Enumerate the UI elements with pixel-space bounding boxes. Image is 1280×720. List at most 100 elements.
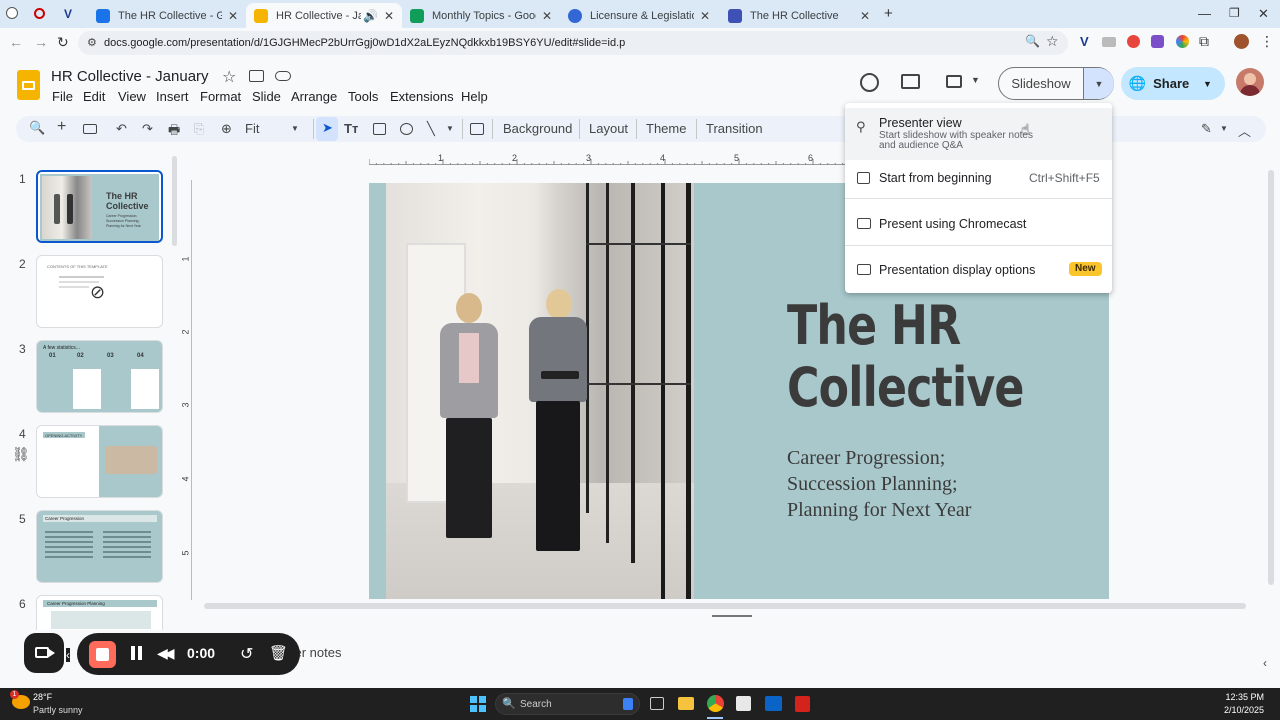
print-icon[interactable]: 🖶 <box>168 121 180 143</box>
share-button[interactable]: 🌐 Share <box>1121 67 1197 100</box>
star-icon[interactable]: ☆ <box>222 67 236 87</box>
move-folder-icon[interactable] <box>249 70 264 82</box>
undo-icon[interactable]: ↶ <box>116 121 127 137</box>
slideshow-dropdown-button[interactable]: ▼ <box>1083 68 1114 99</box>
collapse-toolbar-icon[interactable]: ︿ <box>1238 121 1251 140</box>
bookmark-star-icon[interactable]: ☆ <box>1046 33 1059 50</box>
menu-file[interactable]: File <box>52 89 73 104</box>
recorder-collapse-icon[interactable]: ‹ <box>66 648 70 662</box>
back-icon[interactable]: ← <box>9 34 23 50</box>
outlook-icon[interactable] <box>765 696 782 711</box>
slide-subtitle[interactable]: Career Progression; Succession Planning;… <box>787 445 1107 523</box>
theme-button[interactable]: Theme <box>646 121 686 136</box>
speaker-icon[interactable]: 🔊 <box>363 9 378 23</box>
extension-purple-icon[interactable] <box>1151 35 1164 48</box>
menu-slide[interactable]: Slide <box>252 89 281 104</box>
new-tab-icon[interactable]: + <box>884 5 893 22</box>
browser-menu-icon[interactable]: ⋮ <box>1260 33 1274 50</box>
menu-extensions[interactable]: Extensions <box>390 89 454 104</box>
slide-thumbnail-1[interactable]: The HR Collective Career Progression; Su… <box>36 170 163 243</box>
slide-thumbnail-5[interactable]: Career Progression <box>36 510 163 583</box>
restore-icon[interactable]: ❐ <box>1229 6 1240 20</box>
extensions-puzzle-icon[interactable]: ⧉ <box>1199 33 1209 50</box>
extension-red-icon[interactable] <box>1127 35 1140 48</box>
share-dropdown-icon[interactable]: ▼ <box>1203 79 1212 89</box>
speaker-notes-area[interactable]: ker notes <box>196 638 1270 668</box>
slides-logo-icon[interactable] <box>17 70 40 100</box>
layout-button[interactable]: Layout <box>589 121 628 136</box>
menu-view[interactable]: View <box>118 89 146 104</box>
insert-image-icon[interactable] <box>373 123 386 135</box>
profile-avatar[interactable] <box>1234 34 1249 49</box>
url-input[interactable]: ⚙ docs.google.com/presentation/d/1GJGHMe… <box>78 31 1068 55</box>
pause-icon[interactable] <box>131 646 135 660</box>
link-icon[interactable]: ⛓ <box>12 446 30 463</box>
text-box-icon[interactable]: Tт <box>344 121 358 136</box>
zoom-icon[interactable]: 🔍 <box>1025 34 1040 48</box>
zoom-dropdown-icon[interactable]: ▼ <box>291 124 299 133</box>
close-tab-icon[interactable]: ✕ <box>860 9 870 23</box>
close-tab-icon[interactable]: ✕ <box>228 9 238 23</box>
chrome-taskbar-icon[interactable] <box>707 695 724 712</box>
recorder-camera-button[interactable] <box>24 633 64 673</box>
select-tool-icon[interactable]: ➤ <box>316 117 338 141</box>
minimize-icon[interactable]: — <box>1198 6 1211 21</box>
slide-thumbnail-2[interactable]: CONTENTS OF THIS TEMPLATE ⊘ <box>36 255 163 328</box>
mode-dropdown-icon[interactable]: ▼ <box>1220 124 1228 133</box>
windows-start-icon[interactable] <box>470 696 486 712</box>
filmstrip-scrollbar[interactable] <box>172 156 177 246</box>
tab-newsletter[interactable]: Licensure & Legislation Newsletter ✕ <box>560 3 718 28</box>
menu-item-start-from-beginning[interactable]: Start from beginning Ctrl+Shift+F5 <box>845 161 1112 197</box>
slide-title[interactable]: The HR Collective <box>787 295 1049 419</box>
chrome-menu-icon[interactable] <box>6 7 18 19</box>
slide-thumbnail-3[interactable]: A few statistics... 01 02 03 04 <box>36 340 163 413</box>
menu-insert[interactable]: Insert <box>156 89 189 104</box>
snipping-tool-icon[interactable] <box>736 696 751 711</box>
menu-edit[interactable]: Edit <box>83 89 105 104</box>
shape-icon[interactable] <box>400 123 413 135</box>
close-tab-icon[interactable]: ✕ <box>384 9 394 23</box>
tab-sheets[interactable]: Monthly Topics - Google Sheets ✕ <box>402 3 560 28</box>
slideshow-button[interactable]: Slideshow <box>999 68 1083 99</box>
account-avatar[interactable] <box>1236 68 1264 96</box>
new-slide-icon[interactable]: + <box>57 118 66 136</box>
slide-thumbnail-4[interactable]: OPENING ACTIVITY <box>36 425 163 498</box>
zoom-icon[interactable]: ⊕ <box>221 121 232 137</box>
task-view-icon[interactable] <box>650 697 664 710</box>
menu-item-chromecast[interactable]: Present using Chromecast <box>845 207 1112 243</box>
file-explorer-icon[interactable] <box>678 697 694 710</box>
version-history-icon[interactable] <box>860 73 879 92</box>
horizontal-scrollbar[interactable] <box>204 603 1246 609</box>
extension-gray-icon[interactable] <box>1102 37 1116 47</box>
document-title[interactable]: HR Collective - January <box>51 68 209 85</box>
stop-recording-button[interactable] <box>89 641 116 668</box>
extension-v-icon[interactable]: V <box>1080 34 1089 49</box>
clock-time[interactable]: 12:35 PM <box>1216 692 1264 702</box>
clock-date[interactable]: 2/10/2025 <box>1216 705 1264 715</box>
line-dropdown-icon[interactable]: ▼ <box>446 124 454 133</box>
redo-icon[interactable]: ↷ <box>142 121 153 137</box>
extension-color-icon[interactable] <box>1176 35 1189 48</box>
forward-icon[interactable]: → <box>34 34 48 50</box>
delete-recording-icon[interactable]: 🗑 <box>269 644 288 662</box>
cloud-status-icon[interactable] <box>275 71 291 81</box>
transition-button[interactable]: Transition <box>706 121 763 136</box>
taskbar-search-input[interactable]: 🔍 Search <box>495 693 640 715</box>
background-button[interactable]: Background <box>503 121 572 136</box>
close-tab-icon[interactable]: ✕ <box>700 9 710 23</box>
menu-format[interactable]: Format <box>200 89 241 104</box>
acrobat-icon[interactable] <box>795 696 810 712</box>
comments-icon[interactable] <box>901 74 920 89</box>
paint-format-icon[interactable]: ⎘ <box>194 121 204 137</box>
close-window-icon[interactable]: ✕ <box>1258 6 1269 22</box>
menu-item-presenter-view[interactable]: ⚲ Presenter view Start slideshow with sp… <box>845 108 1112 160</box>
tab-slides[interactable]: HR Collective - January - Google Slides … <box>246 3 402 28</box>
menu-arrange[interactable]: Arrange <box>291 89 337 104</box>
tab-drive[interactable]: The HR Collective - Google Drive ✕ <box>88 3 246 28</box>
notes-resize-handle[interactable] <box>712 615 752 617</box>
side-panel-expand-icon[interactable]: ‹ <box>1263 656 1280 676</box>
rewind-icon[interactable]: ◀◀ <box>157 645 174 662</box>
site-info-icon[interactable]: ⚙ <box>87 36 97 49</box>
zoom-select[interactable]: Fit <box>245 121 259 136</box>
meet-camera-icon[interactable] <box>946 75 962 88</box>
